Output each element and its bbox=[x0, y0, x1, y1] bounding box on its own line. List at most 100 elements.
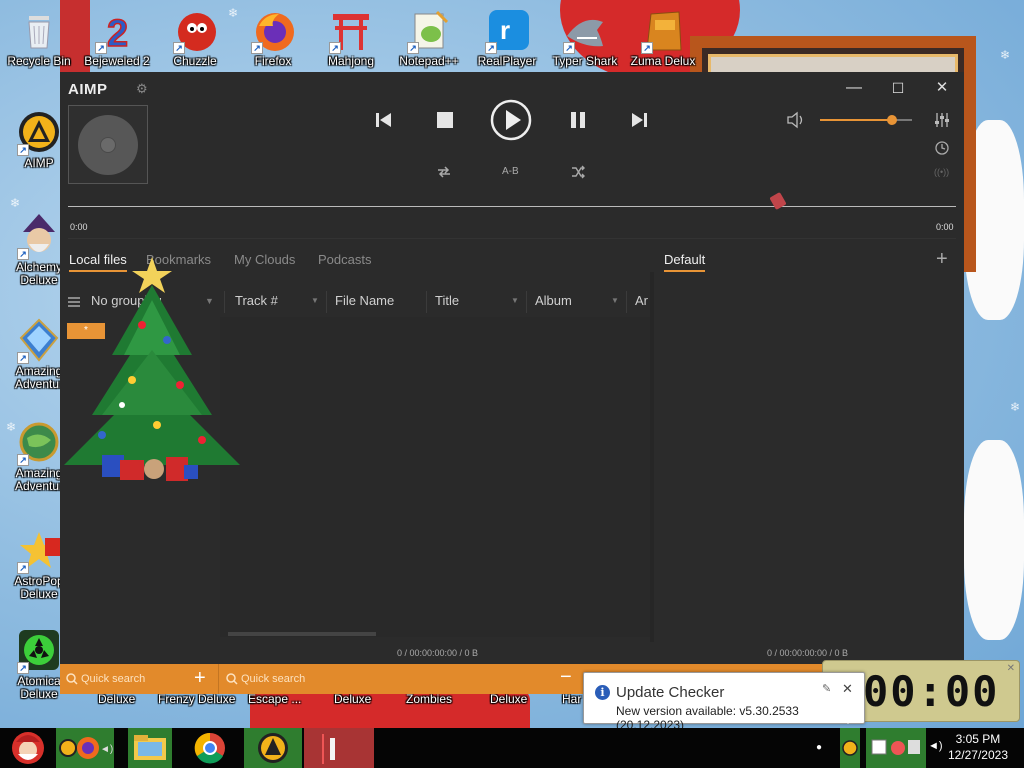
desktop-icon-recycle-bin[interactable]: Recycle Bin bbox=[0, 8, 78, 68]
filter-icon[interactable]: ▼ bbox=[511, 296, 519, 305]
desktop-icon-notepad-plus-plus[interactable]: ↗ Notepad++ bbox=[390, 8, 468, 68]
taskbar-file-explorer[interactable] bbox=[128, 728, 172, 768]
next-track-button[interactable] bbox=[629, 110, 649, 135]
update-checker-notification[interactable]: i Update Checker New version available: … bbox=[583, 672, 865, 732]
tray-aimp-icon[interactable] bbox=[840, 728, 860, 768]
realplayer-icon: r ↗ bbox=[485, 8, 529, 54]
filter-icon[interactable]: ▼ bbox=[311, 296, 319, 305]
chuzzle-icon: ↗ bbox=[173, 8, 217, 54]
desktop-icon-realplayer[interactable]: r ↗ RealPlayer bbox=[468, 8, 546, 68]
snowflake: ❄ bbox=[1000, 48, 1011, 62]
shortcut-arrow-icon: ↗ bbox=[17, 352, 29, 364]
volume-icon[interactable] bbox=[786, 111, 806, 134]
playlist-tab-default[interactable]: Default bbox=[664, 252, 706, 272]
desktop-icon-bejeweled[interactable]: 2 ↗ Bejeweled 2 bbox=[78, 8, 156, 68]
desktop-icon-label[interactable]: Deluxe bbox=[98, 692, 135, 706]
close-icon[interactable]: ✕ bbox=[842, 681, 853, 697]
taskbar-chrome[interactable] bbox=[188, 728, 232, 768]
column-separator bbox=[526, 291, 527, 313]
tray-dot-icon[interactable]: ● bbox=[816, 742, 822, 753]
desktop-icon-label[interactable]: Escape ... bbox=[248, 692, 301, 706]
bejeweled-icon: 2 ↗ bbox=[95, 8, 139, 56]
desktop-icon-label[interactable]: Har bbox=[562, 692, 581, 706]
search-icon bbox=[226, 672, 238, 685]
amazing-adventures-icon: ↗ bbox=[17, 318, 61, 364]
divider bbox=[68, 238, 956, 239]
taskbar-aimp-firefox-group[interactable]: ◄) bbox=[56, 728, 114, 768]
taskbar-media-window[interactable] bbox=[304, 728, 374, 768]
close-icon[interactable]: ✕ bbox=[1007, 663, 1015, 674]
horizontal-scrollbar[interactable] bbox=[228, 632, 376, 636]
desktop-icon-label: Zuma Delux bbox=[630, 54, 696, 68]
info-icon: i bbox=[595, 685, 610, 700]
minimize-button[interactable]: — bbox=[839, 78, 869, 98]
add-files-button[interactable]: + bbox=[194, 667, 206, 690]
album-art bbox=[68, 105, 148, 184]
playlist-search-input[interactable]: Quick search bbox=[241, 673, 305, 685]
total-time: 0:00 bbox=[936, 222, 954, 232]
play-button[interactable] bbox=[490, 99, 532, 146]
typer-shark-icon: ↗ bbox=[563, 8, 607, 54]
desktop-icon-label[interactable]: Deluxe bbox=[334, 692, 371, 706]
desktop-icon-chuzzle[interactable]: ↗ Chuzzle bbox=[156, 8, 234, 68]
desktop-icon-firefox[interactable]: ↗ Firefox bbox=[234, 8, 312, 68]
desktop-icon-label[interactable]: Frenzy Deluxe bbox=[158, 692, 235, 706]
alchemy-icon: ↗ bbox=[17, 214, 61, 260]
filter-icon[interactable]: ▼ bbox=[611, 296, 619, 305]
shortcut-arrow-icon: ↗ bbox=[17, 454, 29, 466]
settings-gear-icon[interactable]: ⚙ bbox=[136, 81, 148, 97]
desktop-icon-label: Firefox bbox=[254, 54, 292, 68]
desktop-icon-mahjong[interactable]: ↗ Mahjong bbox=[312, 8, 390, 68]
scheduler-clock-icon[interactable] bbox=[934, 140, 950, 161]
add-playlist-button[interactable]: + bbox=[936, 248, 948, 271]
volume-knob[interactable] bbox=[886, 115, 897, 125]
remove-files-button[interactable]: − bbox=[560, 666, 572, 689]
desktop-icon-label[interactable]: Deluxe bbox=[490, 692, 527, 706]
disc-center bbox=[100, 137, 116, 153]
column-separator bbox=[626, 291, 627, 313]
shortcut-arrow-icon: ↗ bbox=[17, 248, 29, 260]
volume-slider[interactable] bbox=[820, 115, 912, 125]
column-header-artist[interactable]: Ar bbox=[635, 293, 648, 308]
file-list-pane[interactable] bbox=[220, 317, 650, 637]
speaker-icon[interactable]: ◄) bbox=[928, 740, 943, 752]
desktop-icon-label[interactable]: Zombies bbox=[406, 692, 452, 706]
shortcut-arrow-icon: ↗ bbox=[173, 42, 185, 54]
ab-repeat-button[interactable]: A-B bbox=[502, 166, 519, 177]
desktop-icon-label: Chuzzle bbox=[173, 54, 217, 68]
column-header-file-name[interactable]: File Name bbox=[335, 293, 394, 308]
tab-podcasts[interactable]: Podcasts bbox=[318, 252, 371, 267]
shortcut-arrow-icon: ↗ bbox=[17, 562, 29, 574]
divider bbox=[218, 664, 219, 694]
desktop-icon-typer-shark[interactable]: ↗ Typer Shark bbox=[546, 8, 624, 68]
tray-icons-group[interactable] bbox=[866, 728, 926, 768]
stop-button[interactable] bbox=[436, 111, 454, 134]
seek-bar[interactable] bbox=[68, 206, 956, 207]
desktop-icon-label: Recycle Bin bbox=[7, 54, 71, 68]
pause-button[interactable] bbox=[569, 111, 587, 134]
zuma-icon: ↗ bbox=[641, 8, 685, 54]
column-header-title[interactable]: Title bbox=[435, 293, 459, 308]
snowflake: ❄ bbox=[1010, 400, 1021, 414]
shortcut-arrow-icon: ↗ bbox=[17, 662, 29, 674]
taskbar-aimp[interactable] bbox=[244, 728, 302, 768]
close-button[interactable]: ✕ bbox=[927, 78, 957, 98]
start-button[interactable] bbox=[4, 728, 52, 768]
radio-broadcast-icon[interactable]: ((•)) bbox=[934, 167, 949, 177]
christmas-tree-decoration bbox=[62, 255, 254, 495]
maximize-button[interactable]: ☐ bbox=[883, 78, 913, 98]
shortcut-arrow-icon: ↗ bbox=[17, 144, 29, 156]
library-search-input[interactable]: Quick search bbox=[81, 673, 145, 685]
column-separator bbox=[426, 291, 427, 313]
shuffle-icon[interactable] bbox=[570, 164, 586, 185]
taskbar: ◄) ● ◄) 3:05 PM 12/27/2023 bbox=[0, 728, 1024, 768]
taskbar-clock[interactable]: 3:05 PM 12/27/2023 bbox=[948, 731, 1008, 763]
previous-track-button[interactable] bbox=[374, 110, 394, 135]
pane-splitter[interactable] bbox=[650, 272, 654, 642]
equalizer-icon[interactable] bbox=[934, 112, 950, 133]
svg-text:◄): ◄) bbox=[100, 744, 113, 755]
pin-icon[interactable]: ✎ bbox=[822, 682, 831, 695]
column-header-album[interactable]: Album bbox=[535, 293, 572, 308]
desktop-icon-zuma[interactable]: ↗ Zuma Delux bbox=[624, 8, 702, 68]
repeat-icon[interactable] bbox=[436, 164, 452, 185]
